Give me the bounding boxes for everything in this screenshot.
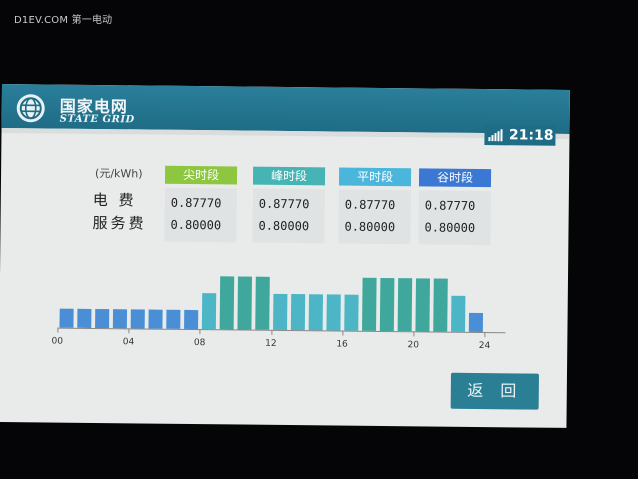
- period-values: 0.87770 0.80000: [252, 188, 325, 244]
- service-price: 0.80000: [170, 217, 222, 233]
- period-values: 0.87770 0.80000: [164, 187, 237, 243]
- bar-hour-15: [326, 294, 341, 331]
- x-tick-label: 12: [265, 338, 277, 349]
- bar-hour-19: [397, 278, 413, 332]
- x-tick: [270, 329, 273, 335]
- x-tick-label: 00: [51, 336, 64, 347]
- x-tick: [128, 328, 130, 334]
- bar-hour-14: [308, 294, 324, 331]
- bar-hour-23: [468, 312, 484, 333]
- period-column-peak: 峰时段 0.87770 0.80000: [252, 166, 326, 244]
- period-values: 0.87770 0.80000: [418, 190, 491, 246]
- bar-hour-21: [433, 278, 448, 332]
- bar-hour-6: [166, 309, 181, 329]
- period-column-valley: 谷时段 0.87770 0.80000: [418, 168, 492, 246]
- tariff-period-chart: [59, 276, 484, 333]
- bar-hour-18: [379, 277, 395, 332]
- period-tag: 尖时段: [164, 165, 238, 185]
- bar-hour-17: [362, 277, 377, 331]
- electricity-price: 0.87770: [424, 198, 476, 213]
- period-tag: 峰时段: [252, 166, 326, 186]
- period-column-flat: 平时段 0.87770 0.80000: [338, 167, 412, 245]
- state-grid-logo-icon: [16, 94, 45, 123]
- watermark-text: D1EV.COM 第一电动: [14, 15, 113, 26]
- x-tick: [342, 330, 344, 336]
- service-price: 0.80000: [424, 220, 476, 235]
- period-values: 0.87770 0.80000: [338, 189, 411, 245]
- signal-icon: [488, 129, 503, 142]
- bar-hour-16: [344, 294, 359, 331]
- x-tick: [484, 332, 486, 338]
- bar-hour-22: [451, 295, 466, 332]
- x-tick-label: 24: [478, 341, 491, 352]
- service-price: 0.80000: [258, 218, 310, 234]
- bar-hour-20: [415, 278, 430, 332]
- clock-time: 21:18: [508, 127, 554, 144]
- electricity-price: 0.87770: [170, 195, 222, 211]
- back-button[interactable]: 返 回: [450, 372, 539, 410]
- electricity-price: 0.87770: [344, 197, 396, 213]
- x-tick: [199, 329, 201, 335]
- status-area: 21:18: [484, 125, 556, 146]
- price-unit-label: (元/kWh): [95, 166, 143, 181]
- x-tick: [413, 331, 415, 337]
- bar-hour-7: [184, 309, 199, 330]
- bar-hour-10: [237, 276, 252, 330]
- bar-hour-0: [59, 308, 74, 328]
- bar-hour-9: [219, 276, 235, 330]
- bar-hour-1: [77, 308, 92, 328]
- period-tag: 谷时段: [418, 168, 492, 188]
- x-tick: [57, 327, 59, 333]
- bar-hour-11: [255, 276, 270, 330]
- bar-hour-12: [273, 293, 288, 330]
- period-tag: 平时段: [338, 167, 412, 187]
- x-tick-label: 20: [407, 340, 420, 351]
- bar-hour-5: [148, 309, 163, 329]
- bar-hour-2: [95, 308, 110, 329]
- service-price: 0.80000: [344, 219, 396, 235]
- charging-terminal-screen: 国家电网 STATE GRID 21:18 (元/kWh) 电 费 服务费 尖时…: [0, 84, 570, 428]
- bar-hour-13: [290, 294, 306, 331]
- bar-hour-3: [112, 309, 128, 329]
- row-label-service: 服务费: [92, 213, 147, 233]
- logo-en-text: STATE GRID: [59, 113, 135, 126]
- x-tick-label: 16: [336, 339, 348, 350]
- row-label-electricity: 电 费: [92, 190, 137, 210]
- x-tick-label: 08: [193, 338, 206, 349]
- bar-hour-8: [201, 293, 217, 330]
- bar-hour-4: [130, 309, 145, 329]
- period-column-peak-sharp: 尖时段 0.87770 0.80000: [164, 165, 238, 243]
- electricity-price: 0.87770: [258, 196, 310, 212]
- x-tick-label: 04: [122, 337, 135, 348]
